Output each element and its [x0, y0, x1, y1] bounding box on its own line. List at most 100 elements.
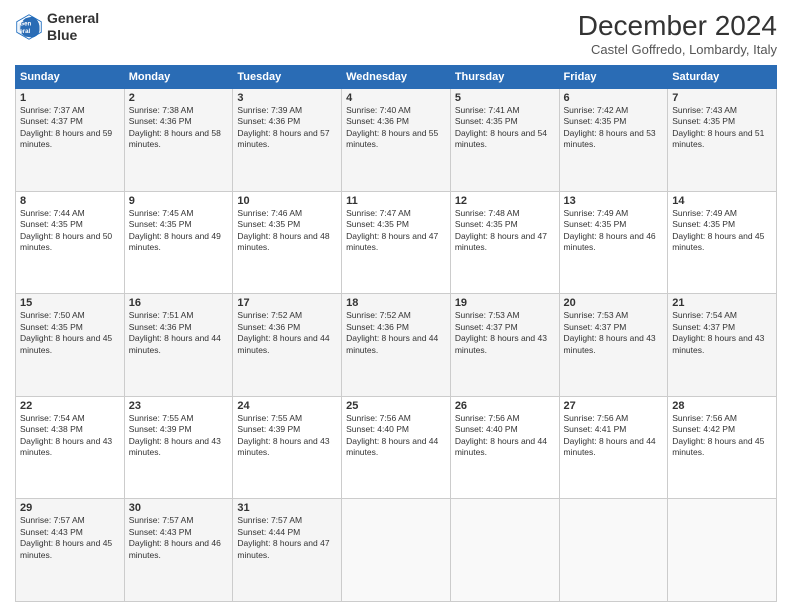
daylight-label: Daylight: 8 hours and 43 minutes. [237, 436, 329, 457]
title-block: December 2024 Castel Goffredo, Lombardy,… [578, 10, 777, 57]
logo-text: General Blue [47, 10, 99, 44]
day-number: 8 [20, 195, 120, 207]
calendar-cell: 26 Sunrise: 7:56 AM Sunset: 4:40 PM Dayl… [450, 396, 559, 499]
header-cell-thursday: Thursday [450, 66, 559, 89]
daylight-label: Daylight: 8 hours and 53 minutes. [564, 128, 656, 149]
sunset-label: Sunset: 4:35 PM [455, 116, 518, 126]
calendar-cell [450, 499, 559, 602]
sunset-label: Sunset: 4:36 PM [346, 116, 409, 126]
calendar-cell: 9 Sunrise: 7:45 AM Sunset: 4:35 PM Dayli… [124, 191, 233, 294]
day-number: 26 [455, 400, 555, 412]
sunrise-label: Sunrise: 7:56 AM [564, 413, 629, 423]
sunrise-label: Sunrise: 7:55 AM [129, 413, 194, 423]
sunrise-label: Sunrise: 7:56 AM [455, 413, 520, 423]
daylight-label: Daylight: 8 hours and 44 minutes. [129, 333, 221, 354]
cell-info: Sunrise: 7:46 AM Sunset: 4:35 PM Dayligh… [237, 208, 337, 254]
day-number: 25 [346, 400, 446, 412]
calendar-cell: 11 Sunrise: 7:47 AM Sunset: 4:35 PM Dayl… [342, 191, 451, 294]
cell-info: Sunrise: 7:56 AM Sunset: 4:40 PM Dayligh… [346, 413, 446, 459]
sunrise-label: Sunrise: 7:57 AM [20, 515, 85, 525]
daylight-label: Daylight: 8 hours and 51 minutes. [672, 128, 764, 149]
sunset-label: Sunset: 4:35 PM [564, 219, 627, 229]
day-number: 1 [20, 92, 120, 104]
day-number: 14 [672, 195, 772, 207]
day-number: 13 [564, 195, 664, 207]
header-row: SundayMondayTuesdayWednesdayThursdayFrid… [16, 66, 777, 89]
daylight-label: Daylight: 8 hours and 45 minutes. [20, 538, 112, 559]
calendar-cell: 18 Sunrise: 7:52 AM Sunset: 4:36 PM Dayl… [342, 294, 451, 397]
calendar-cell: 1 Sunrise: 7:37 AM Sunset: 4:37 PM Dayli… [16, 89, 125, 192]
cell-info: Sunrise: 7:53 AM Sunset: 4:37 PM Dayligh… [564, 310, 664, 356]
day-number: 20 [564, 297, 664, 309]
sunset-label: Sunset: 4:36 PM [129, 116, 192, 126]
sunset-label: Sunset: 4:40 PM [455, 424, 518, 434]
daylight-label: Daylight: 8 hours and 47 minutes. [455, 231, 547, 252]
sunrise-label: Sunrise: 7:57 AM [237, 515, 302, 525]
cell-info: Sunrise: 7:42 AM Sunset: 4:35 PM Dayligh… [564, 105, 664, 151]
sunset-label: Sunset: 4:39 PM [129, 424, 192, 434]
calendar-cell: 29 Sunrise: 7:57 AM Sunset: 4:43 PM Dayl… [16, 499, 125, 602]
sunset-label: Sunset: 4:43 PM [129, 527, 192, 537]
sunset-label: Sunset: 4:35 PM [237, 219, 300, 229]
sunset-label: Sunset: 4:35 PM [672, 219, 735, 229]
daylight-label: Daylight: 8 hours and 47 minutes. [346, 231, 438, 252]
sunset-label: Sunset: 4:39 PM [237, 424, 300, 434]
calendar-cell: 22 Sunrise: 7:54 AM Sunset: 4:38 PM Dayl… [16, 396, 125, 499]
day-number: 30 [129, 502, 229, 514]
cell-info: Sunrise: 7:56 AM Sunset: 4:41 PM Dayligh… [564, 413, 664, 459]
day-number: 11 [346, 195, 446, 207]
daylight-label: Daylight: 8 hours and 55 minutes. [346, 128, 438, 149]
daylight-label: Daylight: 8 hours and 45 minutes. [672, 231, 764, 252]
day-number: 16 [129, 297, 229, 309]
day-number: 18 [346, 297, 446, 309]
calendar-cell: 5 Sunrise: 7:41 AM Sunset: 4:35 PM Dayli… [450, 89, 559, 192]
sunrise-label: Sunrise: 7:57 AM [129, 515, 194, 525]
day-number: 9 [129, 195, 229, 207]
daylight-label: Daylight: 8 hours and 43 minutes. [129, 436, 221, 457]
subtitle: Castel Goffredo, Lombardy, Italy [578, 42, 777, 57]
cell-info: Sunrise: 7:57 AM Sunset: 4:43 PM Dayligh… [129, 515, 229, 561]
sunset-label: Sunset: 4:35 PM [672, 116, 735, 126]
day-number: 24 [237, 400, 337, 412]
day-number: 15 [20, 297, 120, 309]
sunrise-label: Sunrise: 7:42 AM [564, 105, 629, 115]
week-row-3: 15 Sunrise: 7:50 AM Sunset: 4:35 PM Dayl… [16, 294, 777, 397]
sunset-label: Sunset: 4:40 PM [346, 424, 409, 434]
calendar-cell [559, 499, 668, 602]
calendar-cell [668, 499, 777, 602]
cell-info: Sunrise: 7:39 AM Sunset: 4:36 PM Dayligh… [237, 105, 337, 151]
sunset-label: Sunset: 4:36 PM [237, 322, 300, 332]
sunset-label: Sunset: 4:37 PM [564, 322, 627, 332]
daylight-label: Daylight: 8 hours and 44 minutes. [455, 436, 547, 457]
daylight-label: Daylight: 8 hours and 48 minutes. [237, 231, 329, 252]
calendar-cell: 8 Sunrise: 7:44 AM Sunset: 4:35 PM Dayli… [16, 191, 125, 294]
week-row-4: 22 Sunrise: 7:54 AM Sunset: 4:38 PM Dayl… [16, 396, 777, 499]
cell-info: Sunrise: 7:52 AM Sunset: 4:36 PM Dayligh… [237, 310, 337, 356]
logo: Gen eral General Blue [15, 10, 99, 44]
daylight-label: Daylight: 8 hours and 45 minutes. [672, 436, 764, 457]
sunrise-label: Sunrise: 7:53 AM [564, 310, 629, 320]
calendar-cell: 27 Sunrise: 7:56 AM Sunset: 4:41 PM Dayl… [559, 396, 668, 499]
calendar-cell: 2 Sunrise: 7:38 AM Sunset: 4:36 PM Dayli… [124, 89, 233, 192]
day-number: 22 [20, 400, 120, 412]
cell-info: Sunrise: 7:57 AM Sunset: 4:44 PM Dayligh… [237, 515, 337, 561]
daylight-label: Daylight: 8 hours and 46 minutes. [564, 231, 656, 252]
day-number: 5 [455, 92, 555, 104]
calendar-cell: 15 Sunrise: 7:50 AM Sunset: 4:35 PM Dayl… [16, 294, 125, 397]
logo-line2: Blue [47, 27, 99, 44]
cell-info: Sunrise: 7:41 AM Sunset: 4:35 PM Dayligh… [455, 105, 555, 151]
daylight-label: Daylight: 8 hours and 43 minutes. [20, 436, 112, 457]
sunset-label: Sunset: 4:44 PM [237, 527, 300, 537]
day-number: 7 [672, 92, 772, 104]
cell-info: Sunrise: 7:49 AM Sunset: 4:35 PM Dayligh… [672, 208, 772, 254]
calendar-cell: 17 Sunrise: 7:52 AM Sunset: 4:36 PM Dayl… [233, 294, 342, 397]
day-number: 10 [237, 195, 337, 207]
daylight-label: Daylight: 8 hours and 49 minutes. [129, 231, 221, 252]
sunset-label: Sunset: 4:35 PM [564, 116, 627, 126]
calendar-table: SundayMondayTuesdayWednesdayThursdayFrid… [15, 65, 777, 602]
daylight-label: Daylight: 8 hours and 44 minutes. [346, 436, 438, 457]
sunrise-label: Sunrise: 7:46 AM [237, 208, 302, 218]
cell-info: Sunrise: 7:49 AM Sunset: 4:35 PM Dayligh… [564, 208, 664, 254]
day-number: 23 [129, 400, 229, 412]
sunrise-label: Sunrise: 7:37 AM [20, 105, 85, 115]
